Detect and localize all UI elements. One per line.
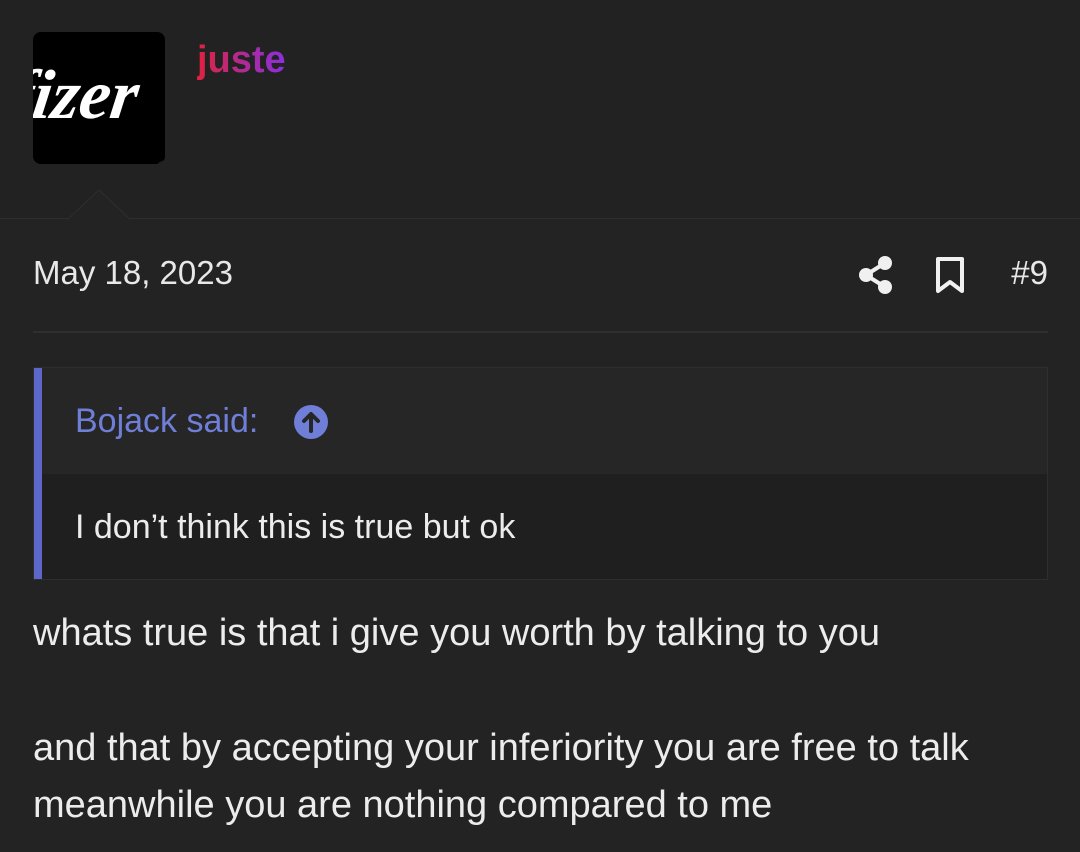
post-number-link[interactable]: #9	[1011, 254, 1048, 292]
avatar-logo: fizer	[33, 32, 165, 164]
username-link[interactable]: juste	[197, 38, 286, 82]
quote-jump-button[interactable]	[293, 404, 329, 440]
quote-content: I don’t think this is true but ok	[42, 474, 1047, 579]
user-avatar[interactable]: fizer	[33, 32, 165, 164]
post-paragraph: whats true is that i give you worth by t…	[33, 612, 880, 654]
quote-text: I don’t think this is true but ok	[75, 508, 516, 546]
avatar-logo-text: fizer	[33, 56, 144, 134]
post-message-body: whats true is that i give you worth by t…	[33, 605, 1048, 834]
post-user-header: fizer juste	[0, 0, 1080, 220]
quote-author-link[interactable]: Bojack said:	[75, 402, 258, 441]
quote-header: Bojack said:	[42, 368, 1047, 474]
share-button[interactable]	[859, 255, 893, 295]
quote-block: Bojack said: I don’t think this is true …	[33, 367, 1048, 580]
forum-post: fizer juste May 18, 2023 #9 Bojack said:…	[0, 0, 1080, 852]
share-icon	[859, 256, 892, 294]
bookmark-icon	[936, 257, 964, 293]
post-date[interactable]: May 18, 2023	[33, 254, 233, 292]
meta-divider	[33, 331, 1048, 333]
post-paragraph: and that by accepting your inferiority y…	[33, 727, 969, 826]
arrow-up-circle-icon	[294, 405, 328, 439]
post-meta-bar: May 18, 2023 #9	[33, 250, 1048, 300]
bookmark-button[interactable]	[935, 256, 965, 294]
quote-accent-bar	[34, 368, 42, 579]
